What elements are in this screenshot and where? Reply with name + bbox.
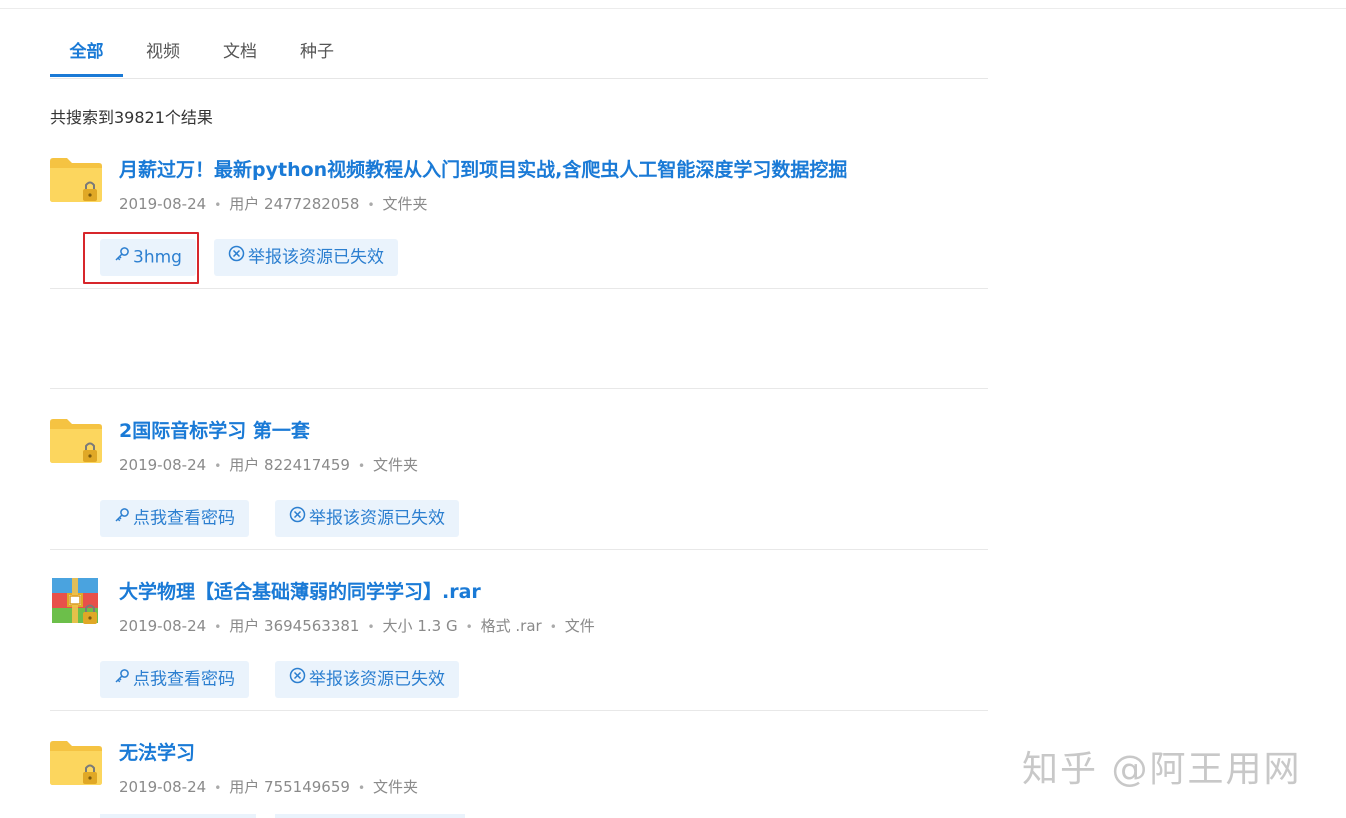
- password-button-label: 点我查看密码: [133, 669, 235, 690]
- top-divider: [0, 8, 1346, 9]
- report-invalid-button[interactable]: [275, 814, 465, 818]
- divider: [50, 549, 988, 550]
- highlight-annotation: [83, 232, 199, 284]
- circle-x-icon: [289, 500, 306, 537]
- result-meta: 2019-08-24 • 用户 3694563381 • 大小 1.3 G • 格式 .ra…: [119, 617, 595, 635]
- result-meta: 2019-08-24 • 用户 822417459 • 文件夹: [119, 456, 419, 474]
- report-invalid-button[interactable]: 举报该资源已失效: [275, 661, 459, 698]
- result-title[interactable]: 2国际音标学习 第一套: [119, 416, 310, 443]
- result-date: 2019-08-24: [119, 456, 207, 474]
- result-meta: 2019-08-24 • 用户 755149659 • 文件夹: [119, 778, 419, 796]
- result-title[interactable]: 无法学习: [119, 738, 195, 765]
- key-icon: [114, 500, 130, 537]
- locked-folder-icon[interactable]: [50, 416, 102, 466]
- result-date: 2019-08-24: [119, 778, 207, 796]
- result-count: 共搜索到39821个结果: [50, 108, 213, 127]
- report-button-label: 举报该资源已失效: [309, 508, 445, 529]
- result-title[interactable]: 月薪过万！最新python视频教程从入门到项目实战,含爬虫人工智能深度学习数据挖…: [119, 155, 847, 182]
- divider: [50, 288, 988, 289]
- result-user: 用户 2477282058: [229, 195, 360, 213]
- result-format: 格式 .rar: [480, 617, 542, 635]
- circle-x-icon: [289, 661, 306, 698]
- divider: [50, 710, 988, 711]
- locked-archive-icon[interactable]: [50, 577, 102, 627]
- view-password-button[interactable]: 点我查看密码: [100, 661, 249, 698]
- circle-x-icon: [228, 239, 245, 276]
- result-user: 用户 822417459: [229, 456, 350, 474]
- result-title[interactable]: 大学物理【适合基础薄弱的同学学习】.rar: [119, 577, 481, 604]
- result-type: 文件夹: [373, 456, 419, 474]
- result-type: 文件: [564, 617, 595, 635]
- divider: [50, 388, 988, 389]
- tab-all[interactable]: 全部: [50, 28, 123, 77]
- result-date: 2019-08-24: [119, 617, 207, 635]
- key-icon: [114, 661, 130, 698]
- report-invalid-button[interactable]: 举报该资源已失效: [214, 239, 398, 276]
- tab-video[interactable]: 视频: [131, 28, 195, 77]
- watermark: 知乎 @阿王用网: [1022, 749, 1302, 790]
- view-password-button[interactable]: 点我查看密码: [100, 500, 249, 537]
- result-user: 用户 755149659: [229, 778, 350, 796]
- report-button-label: 举报该资源已失效: [248, 247, 384, 268]
- report-button-label: 举报该资源已失效: [309, 669, 445, 690]
- filter-tabs: 全部 视频 文档 种子: [50, 28, 988, 79]
- result-meta: 2019-08-24 • 用户 2477282058 • 文件夹: [119, 195, 428, 213]
- result-date: 2019-08-24: [119, 195, 207, 213]
- view-password-button[interactable]: [100, 814, 256, 818]
- tab-torrent[interactable]: 种子: [285, 28, 349, 77]
- result-type: 文件夹: [382, 195, 428, 213]
- result-user: 用户 3694563381: [229, 617, 360, 635]
- tab-document[interactable]: 文档: [208, 28, 272, 77]
- report-invalid-button[interactable]: 举报该资源已失效: [275, 500, 459, 537]
- locked-folder-icon[interactable]: [50, 155, 102, 205]
- result-type: 文件夹: [373, 778, 419, 796]
- result-size: 大小 1.3 G: [382, 617, 458, 635]
- locked-folder-icon[interactable]: [50, 738, 102, 788]
- password-button-label: 点我查看密码: [133, 508, 235, 529]
